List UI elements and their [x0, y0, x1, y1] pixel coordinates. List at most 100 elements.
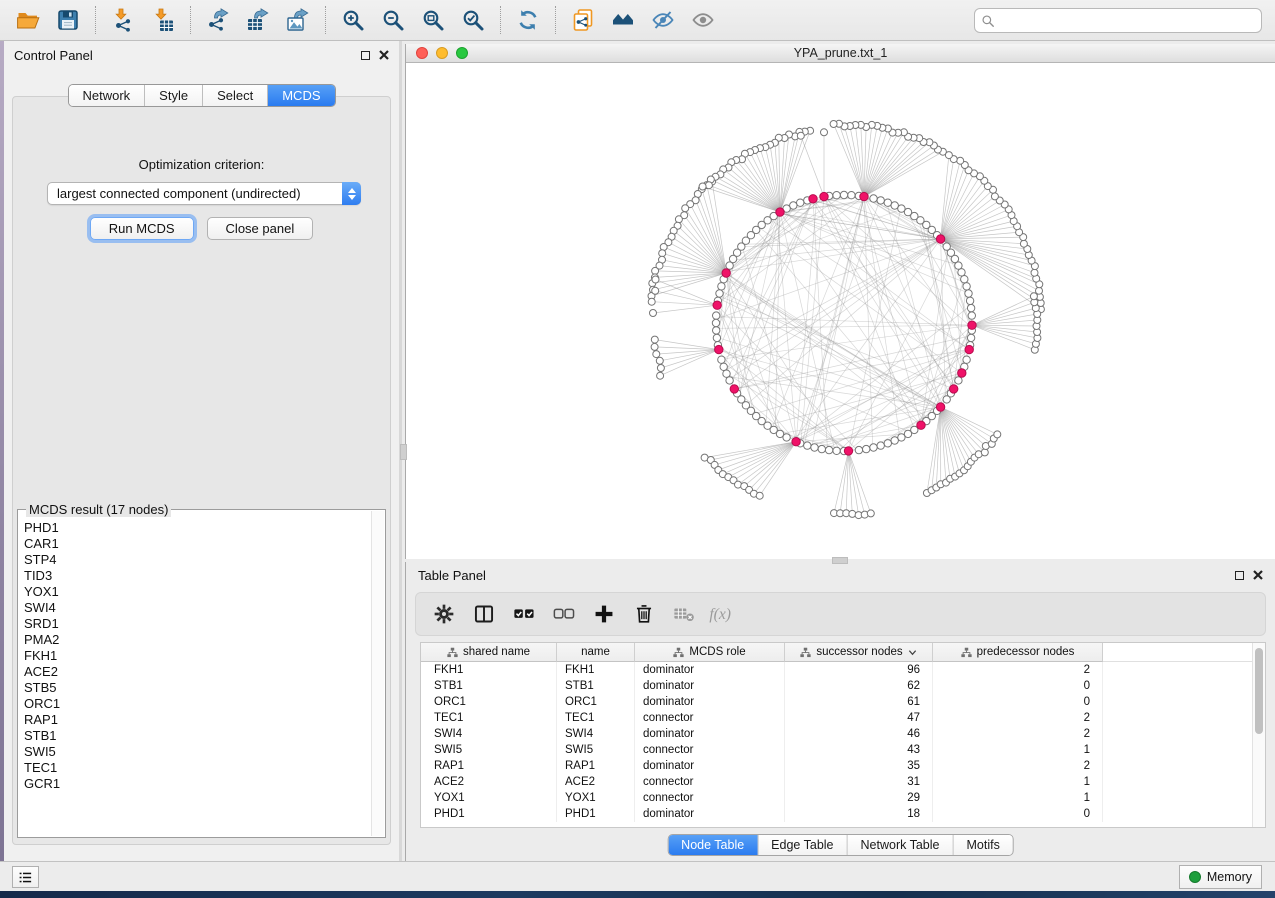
cell-MCDS-role[interactable]: dominator	[635, 678, 785, 694]
float-table-panel-icon[interactable]	[1235, 571, 1244, 580]
table-row[interactable]: SWI5SWI5connector431	[421, 742, 1265, 758]
column-header-name[interactable]: name	[557, 643, 635, 662]
mcds-result-item[interactable]: STP4	[24, 552, 371, 568]
mcds-result-list[interactable]: PHD1CAR1STP4TID3YOX1SWI4SRD1PMA2FKH1ACE2…	[24, 520, 371, 835]
save-session-button[interactable]	[51, 4, 85, 36]
cell-shared-name[interactable]: PHD1	[421, 806, 557, 822]
import-network-button[interactable]	[106, 4, 140, 36]
mcds-result-item[interactable]: SWI5	[24, 744, 371, 760]
show-columns-button[interactable]	[466, 596, 502, 632]
cell-shared-name[interactable]: ORC1	[421, 694, 557, 710]
tab-mcds[interactable]: MCDS	[268, 85, 334, 106]
cell-predecessor-nodes[interactable]: 0	[933, 694, 1103, 710]
cell-shared-name[interactable]: STB1	[421, 678, 557, 694]
tab-motifs[interactable]: Motifs	[953, 835, 1012, 855]
cell-predecessor-nodes[interactable]: 1	[933, 742, 1103, 758]
table-settings-button[interactable]	[426, 596, 462, 632]
cell-successor-nodes[interactable]: 35	[785, 758, 933, 774]
zoom-in-button[interactable]	[336, 4, 370, 36]
cell-MCDS-role[interactable]: dominator	[635, 806, 785, 822]
vertical-splitter-handle[interactable]	[400, 444, 407, 460]
cell-MCDS-role[interactable]: dominator	[635, 758, 785, 774]
cell-shared-name[interactable]: ACE2	[421, 774, 557, 790]
mcds-result-item[interactable]: ORC1	[24, 696, 371, 712]
clone-network-button[interactable]	[566, 4, 600, 36]
result-scrollbar[interactable]	[371, 511, 384, 836]
column-header-predecessor-nodes[interactable]: predecessor nodes	[933, 643, 1103, 662]
cell-name[interactable]: YOX1	[557, 790, 635, 806]
zoom-fit-button[interactable]	[416, 4, 450, 36]
cell-successor-nodes[interactable]: 31	[785, 774, 933, 790]
cell-name[interactable]: FKH1	[557, 662, 635, 678]
column-header-successor-nodes[interactable]: successor nodes	[785, 643, 933, 662]
cell-successor-nodes[interactable]: 61	[785, 694, 933, 710]
cell-shared-name[interactable]: YOX1	[421, 790, 557, 806]
cell-successor-nodes[interactable]: 96	[785, 662, 933, 678]
mcds-result-item[interactable]: ACE2	[24, 664, 371, 680]
tab-network[interactable]: Network	[68, 85, 145, 106]
column-header-shared-name[interactable]: shared name	[421, 643, 557, 662]
cell-MCDS-role[interactable]: connector	[635, 774, 785, 790]
cell-shared-name[interactable]: SWI4	[421, 726, 557, 742]
unselect-all-columns-button[interactable]	[546, 596, 582, 632]
table-row[interactable]: RAP1RAP1dominator352	[421, 758, 1265, 774]
cell-predecessor-nodes[interactable]: 1	[933, 774, 1103, 790]
mcds-result-item[interactable]: YOX1	[24, 584, 371, 600]
cell-MCDS-role[interactable]: dominator	[635, 662, 785, 678]
cell-predecessor-nodes[interactable]: 2	[933, 726, 1103, 742]
table-row[interactable]: ORC1ORC1dominator610	[421, 694, 1265, 710]
mcds-result-item[interactable]: RAP1	[24, 712, 371, 728]
network-window-titlebar[interactable]: YPA_prune.txt_1	[406, 44, 1275, 63]
mcds-result-item[interactable]: TEC1	[24, 760, 371, 776]
mcds-result-item[interactable]: FKH1	[24, 648, 371, 664]
cell-name[interactable]: SWI5	[557, 742, 635, 758]
select-all-columns-button[interactable]	[506, 596, 542, 632]
cell-successor-nodes[interactable]: 43	[785, 742, 933, 758]
search-field[interactable]	[974, 8, 1262, 33]
cell-MCDS-role[interactable]: connector	[635, 710, 785, 726]
tab-select[interactable]: Select	[203, 85, 268, 106]
table-scrollbar[interactable]	[1252, 643, 1265, 827]
cell-MCDS-role[interactable]: dominator	[635, 694, 785, 710]
cell-predecessor-nodes[interactable]: 2	[933, 710, 1103, 726]
table-row[interactable]: PHD1PHD1dominator180	[421, 806, 1265, 822]
cell-successor-nodes[interactable]: 18	[785, 806, 933, 822]
table-row[interactable]: STB1STB1dominator620	[421, 678, 1265, 694]
run-mcds-button[interactable]: Run MCDS	[90, 217, 194, 240]
mcds-result-item[interactable]: PHD1	[24, 520, 371, 536]
export-network-button[interactable]	[201, 4, 235, 36]
open-session-button[interactable]	[11, 4, 45, 36]
cell-name[interactable]: ORC1	[557, 694, 635, 710]
delete-column-button[interactable]	[626, 596, 662, 632]
tab-network-table[interactable]: Network Table	[848, 835, 954, 855]
mcds-result-item[interactable]: SWI4	[24, 600, 371, 616]
mcds-result-item[interactable]: CAR1	[24, 536, 371, 552]
search-input[interactable]	[999, 14, 1255, 28]
table-row[interactable]: FKH1FKH1dominator962	[421, 662, 1265, 678]
add-column-button[interactable]	[586, 596, 622, 632]
cell-shared-name[interactable]: RAP1	[421, 758, 557, 774]
mcds-result-item[interactable]: STB5	[24, 680, 371, 696]
cell-MCDS-role[interactable]: dominator	[635, 726, 785, 742]
network-canvas[interactable]	[406, 64, 1275, 559]
close-panel-icon[interactable]	[379, 50, 389, 60]
table-row[interactable]: YOX1YOX1connector291	[421, 790, 1265, 806]
cell-predecessor-nodes[interactable]: 0	[933, 806, 1103, 822]
cell-MCDS-role[interactable]: connector	[635, 742, 785, 758]
cell-predecessor-nodes[interactable]: 1	[933, 790, 1103, 806]
refresh-button[interactable]	[511, 4, 545, 36]
cell-name[interactable]: PHD1	[557, 806, 635, 822]
table-scrollbar-thumb[interactable]	[1255, 648, 1263, 734]
horizontal-splitter-handle[interactable]	[832, 557, 848, 564]
cell-name[interactable]: RAP1	[557, 758, 635, 774]
cell-successor-nodes[interactable]: 29	[785, 790, 933, 806]
cell-successor-nodes[interactable]: 62	[785, 678, 933, 694]
network-graph[interactable]	[406, 64, 1274, 558]
cell-successor-nodes[interactable]: 46	[785, 726, 933, 742]
cell-predecessor-nodes[interactable]: 2	[933, 758, 1103, 774]
close-panel-button[interactable]: Close panel	[207, 217, 314, 240]
table-row[interactable]: SWI4SWI4dominator462	[421, 726, 1265, 742]
mcds-result-item[interactable]: SRD1	[24, 616, 371, 632]
search-network-button[interactable]	[606, 4, 640, 36]
mcds-result-item[interactable]: STB1	[24, 728, 371, 744]
